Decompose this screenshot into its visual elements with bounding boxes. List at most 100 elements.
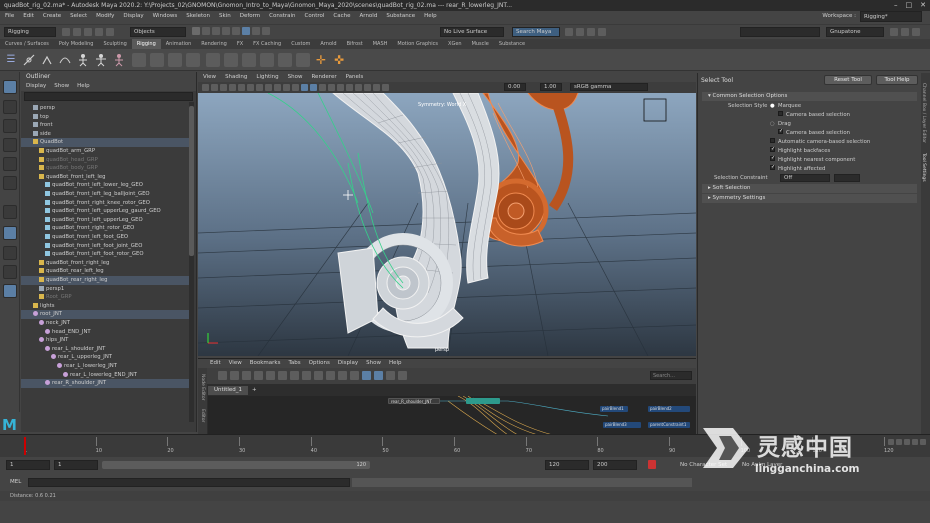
layout-outliner-icon[interactable] — [3, 265, 17, 279]
joint-tool-icon[interactable] — [22, 53, 36, 67]
menu-help[interactable]: Help — [424, 11, 437, 22]
human-ik-icon[interactable] — [94, 53, 108, 67]
cluster-icon[interactable] — [150, 53, 164, 67]
marquee-radio[interactable]: ● — [770, 102, 775, 111]
outliner-row[interactable]: quadBot_body_GRP — [21, 164, 189, 173]
menu-select[interactable]: Select — [70, 11, 87, 22]
gate-mask-icon[interactable] — [265, 84, 272, 91]
login-field[interactable] — [740, 27, 820, 37]
bind-skin-icon[interactable] — [224, 53, 238, 67]
menu-substance[interactable]: Substance — [386, 11, 415, 22]
outliner-row[interactable]: rear_L_lowerleg_END_JNT — [21, 371, 189, 380]
node-editor-menu-edit[interactable]: Edit — [210, 359, 221, 368]
textured-icon[interactable] — [328, 84, 335, 91]
outliner-row[interactable]: quadBot_front_right_knee_rotor_GEO — [21, 199, 189, 208]
node-search-input[interactable]: Search... — [650, 371, 692, 380]
viewport-menu-show[interactable]: Show — [288, 73, 303, 82]
new-scene-icon[interactable] — [62, 28, 70, 36]
bookmark-icon[interactable] — [386, 371, 395, 380]
film-gate-icon[interactable] — [247, 84, 254, 91]
lights-icon[interactable] — [337, 84, 344, 91]
viewport-menu-view[interactable]: View — [203, 73, 216, 82]
select-camera-icon[interactable] — [202, 84, 209, 91]
menu-constrain[interactable]: Constrain — [269, 11, 295, 22]
shelf-tab-xgen[interactable]: XGen — [443, 39, 467, 49]
outliner-row[interactable]: quadBot_rear_right_leg — [21, 276, 189, 285]
selection-mode-dropdown[interactable]: Objects — [130, 27, 186, 37]
full-mode-icon[interactable] — [350, 371, 359, 380]
frame-all-icon[interactable] — [398, 371, 407, 380]
shelf-tab-motion-graphics[interactable]: Motion Graphics — [392, 39, 443, 49]
start-time-field[interactable]: 1 — [6, 460, 50, 470]
highlight-backfaces-checkbox[interactable] — [770, 145, 775, 154]
graph-output-icon[interactable] — [242, 371, 251, 380]
viewport-menu-lighting[interactable]: Lighting — [256, 73, 278, 82]
menu-create[interactable]: Create — [43, 11, 61, 22]
shelf-tab-fx[interactable]: FX — [232, 39, 248, 49]
menu-control[interactable]: Control — [305, 11, 325, 22]
layout-two-icon[interactable] — [3, 246, 17, 260]
lasso-tool-icon[interactable] — [3, 100, 17, 114]
outliner-row[interactable]: lights — [21, 302, 189, 311]
minimize-button[interactable]: – — [894, 0, 898, 11]
end-time-field[interactable]: 200 — [593, 460, 637, 470]
connected-mode-icon[interactable] — [338, 371, 347, 380]
shelf-tab-curves-surfaces[interactable]: Curves / Surfaces — [0, 39, 54, 49]
outliner-menu-show[interactable]: Show — [54, 82, 69, 91]
skin-figure-icon[interactable] — [112, 53, 126, 67]
unbind-skin-icon[interactable] — [242, 53, 256, 67]
workspace-dropdown[interactable]: Rigging* — [860, 11, 922, 22]
xray-icon[interactable] — [373, 84, 380, 91]
menu-modify[interactable]: Modify — [96, 11, 114, 22]
simple-mode-icon[interactable] — [326, 371, 335, 380]
isolate-select-icon[interactable] — [364, 84, 371, 91]
node-pairblend-1[interactable]: pairBlend1 — [600, 406, 628, 412]
live-surface-field[interactable]: No Live Surface — [440, 27, 504, 37]
snap-grid-icon[interactable] — [192, 27, 200, 35]
outliner-row[interactable]: front — [21, 121, 189, 130]
side-tab-channel-box[interactable]: Channel Box / Layer Editor — [921, 83, 926, 143]
render-settings-icon[interactable] — [587, 28, 595, 36]
lattice-icon[interactable] — [132, 53, 146, 67]
viewport-menu-panels[interactable]: Panels — [346, 73, 364, 82]
snap-point-icon[interactable] — [212, 27, 220, 35]
close-button[interactable]: ✕ — [920, 0, 926, 11]
select-tool-icon[interactable] — [3, 80, 17, 94]
menu-deform[interactable]: Deform — [240, 11, 260, 22]
reset-tool-button[interactable]: Reset Tool — [824, 75, 872, 85]
node-shoulder[interactable]: rear_R_shoulder_JNT — [388, 398, 440, 404]
history-icon[interactable] — [262, 27, 270, 35]
range-bar[interactable]: 120 — [102, 461, 370, 469]
menu-edit[interactable]: Edit — [23, 11, 34, 22]
constraint-value-field[interactable] — [834, 174, 860, 182]
viewport-menu-shading[interactable]: Shading — [225, 73, 247, 82]
gamma-field[interactable]: 1.00 — [540, 83, 562, 91]
outliner-row[interactable]: quadBot_front_right_rotor_GEO — [21, 224, 189, 233]
outliner-row[interactable]: head_END_JNT — [21, 328, 189, 337]
xray-joints-icon[interactable] — [382, 84, 389, 91]
outliner-row[interactable]: rear_L_shoulder_JNT — [21, 345, 189, 354]
modeling-toolkit-icon[interactable] — [890, 28, 898, 36]
graph-input-icon[interactable] — [230, 371, 239, 380]
shelf-tab-rigging[interactable]: Rigging — [131, 39, 161, 49]
grid-toggle-icon[interactable] — [302, 371, 311, 380]
outliner-row[interactable]: hips_JNT — [21, 336, 189, 345]
shelf-menu-icon[interactable]: ☰ — [4, 53, 18, 67]
snap-grid-toggle-icon[interactable] — [314, 371, 323, 380]
image-plane-icon[interactable] — [229, 84, 236, 91]
highlight-affected-checkbox[interactable] — [770, 163, 775, 172]
mel-input[interactable] — [28, 478, 350, 487]
save-scene-icon[interactable] — [84, 28, 92, 36]
outliner-row[interactable]: side — [21, 130, 189, 139]
playback-start-field[interactable]: 1 — [54, 460, 98, 470]
swatch-icon[interactable] — [362, 371, 371, 380]
hypershade-icon[interactable] — [598, 28, 606, 36]
outliner-row[interactable]: rear_R_shoulder_JNT — [21, 379, 189, 388]
node-editor-menu-help[interactable]: Help — [389, 359, 402, 368]
outliner-row[interactable]: quadBot_front_left_upperLeg_GEO — [21, 216, 189, 225]
outliner-row[interactable]: quadBot_front_left_leg — [21, 173, 189, 182]
auto-camera-checkbox[interactable] — [770, 138, 775, 143]
section-soft-selection[interactable]: ▸ Soft Selection — [702, 184, 917, 193]
menu-skeleton[interactable]: Skeleton — [186, 11, 210, 22]
outliner-row[interactable]: quadBot_front_left_foot_rotor_GEO — [21, 250, 189, 259]
